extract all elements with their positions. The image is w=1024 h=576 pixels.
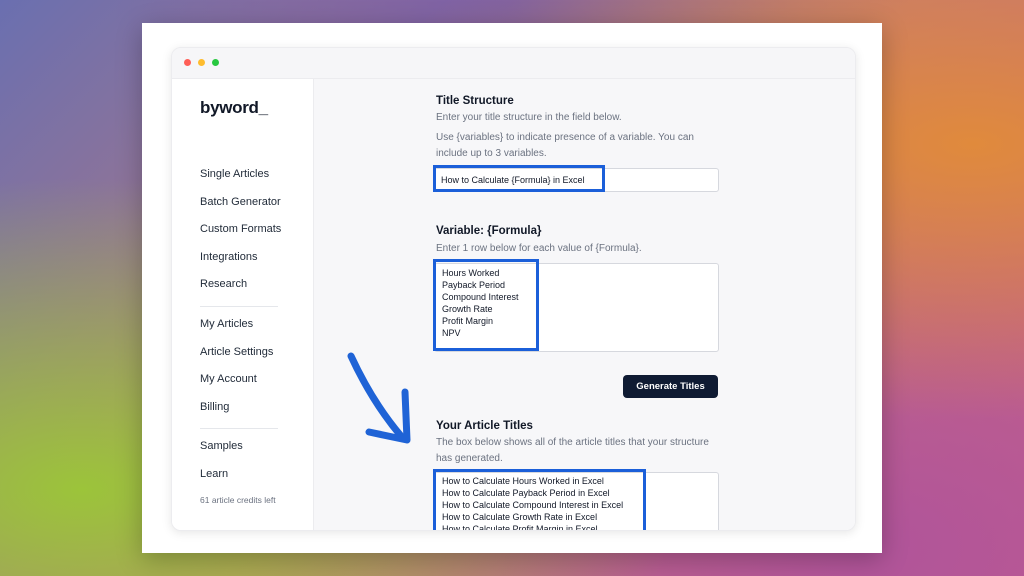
list-item: Payback Period — [442, 280, 506, 290]
list-item: Profit Margin — [442, 316, 494, 326]
generate-titles-button[interactable]: Generate Titles — [623, 375, 718, 398]
byword-logo[interactable]: byword_ — [200, 98, 268, 118]
article-titles-heading: Your Article Titles — [436, 420, 533, 432]
minimize-window-dot[interactable] — [198, 59, 205, 66]
sidebar-item-research[interactable]: Research — [200, 271, 290, 299]
list-item: NPV — [442, 328, 461, 338]
title-structure-value: How to Calculate {Formula} in Excel — [441, 175, 585, 185]
sidebar-group-resources: Samples Learn — [200, 433, 290, 488]
list-item: How to Calculate Hours Worked in Excel — [442, 476, 604, 486]
title-structure-help: Enter your title structure in the field … — [436, 112, 622, 123]
sidebar-item-samples[interactable]: Samples — [200, 433, 290, 461]
sidebar-item-my-account[interactable]: My Account — [200, 366, 290, 394]
list-item: How to Calculate Payback Period in Excel — [442, 488, 610, 498]
article-titles-help: The box below shows all of the article t… — [436, 437, 709, 464]
list-item: How to Calculate Growth Rate in Excel — [442, 512, 598, 522]
hand-drawn-arrow-icon — [347, 352, 411, 444]
sidebar-item-article-settings[interactable]: Article Settings — [200, 339, 290, 367]
sidebar-item-batch-generator[interactable]: Batch Generator — [200, 189, 290, 217]
variable-heading: Variable: {Formula} — [436, 225, 542, 237]
screenshot-frame: byword_ Single Articles Batch Generator … — [142, 23, 882, 553]
sidebar-divider — [200, 306, 278, 307]
sidebar-divider — [200, 428, 278, 429]
main-content: Title Structure Enter your title structu… — [314, 79, 855, 530]
variable-help: Enter 1 row below for each value of {For… — [436, 243, 642, 254]
sidebar-item-my-articles[interactable]: My Articles — [200, 311, 290, 339]
maximize-window-dot[interactable] — [212, 59, 219, 66]
list-item: Compound Interest — [442, 292, 519, 302]
credits-remaining: 61 article credits left — [200, 495, 276, 505]
variable-values-list: Hours Worked Payback Period Compound Int… — [442, 267, 519, 339]
list-item: How to Calculate Compound Interest in Ex… — [442, 500, 624, 510]
sidebar-group-generate: Single Articles Batch Generator Custom F… — [200, 161, 290, 299]
sidebar-group-account: My Articles Article Settings My Account … — [200, 311, 290, 421]
article-titles-list: How to Calculate Hours Worked in Excel H… — [442, 475, 624, 531]
sidebar-item-billing[interactable]: Billing — [200, 394, 290, 422]
list-item: Growth Rate — [442, 304, 493, 314]
list-item: Hours Worked — [442, 268, 500, 278]
window-titlebar — [172, 48, 855, 79]
app-window: byword_ Single Articles Batch Generator … — [171, 47, 856, 531]
title-structure-heading: Title Structure — [436, 95, 514, 107]
close-window-dot[interactable] — [184, 59, 191, 66]
list-item: How to Calculate Profit Margin in Excel — [442, 524, 598, 531]
sidebar-item-learn[interactable]: Learn — [200, 461, 290, 489]
sidebar-item-single-articles[interactable]: Single Articles — [200, 161, 290, 189]
title-structure-variables-help: Use {variables} to indicate presence of … — [436, 132, 694, 159]
sidebar: byword_ Single Articles Batch Generator … — [172, 79, 314, 530]
sidebar-item-custom-formats[interactable]: Custom Formats — [200, 216, 290, 244]
sidebar-item-integrations[interactable]: Integrations — [200, 244, 290, 272]
